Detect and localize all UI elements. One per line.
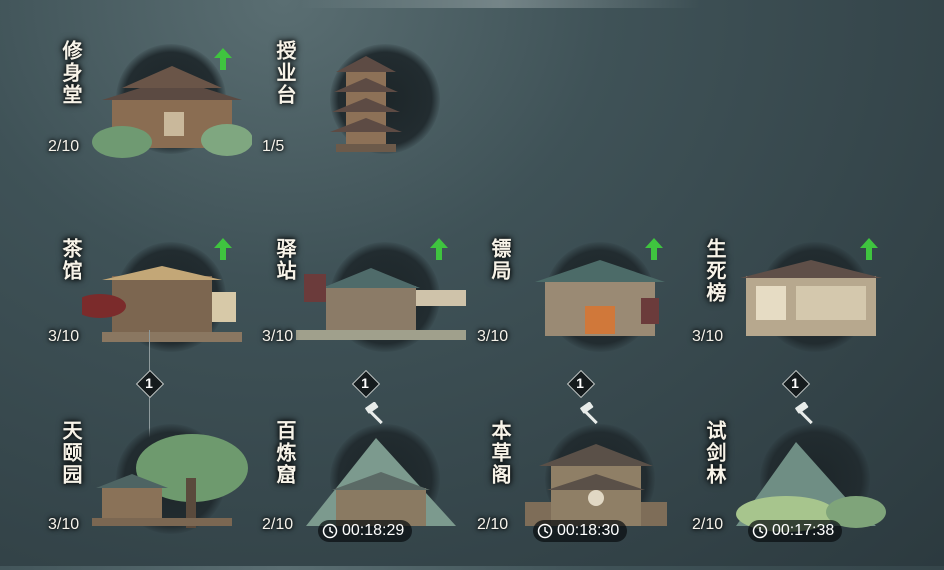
building-level: 2/10 <box>262 516 294 533</box>
building-level: 2/10 <box>48 138 80 155</box>
badge-count: 1 <box>576 375 584 391</box>
hammer-icon <box>365 402 383 425</box>
building-level: 2/10 <box>477 516 509 533</box>
hammer-icon <box>795 402 813 425</box>
building-shijianlin[interactable]: 试剑林 2/10 00:17:38 <box>692 402 910 570</box>
clock-icon <box>322 523 338 539</box>
count-badge[interactable]: 1 <box>351 369 381 399</box>
badge-count: 1 <box>145 375 153 391</box>
count-badge[interactable]: 1 <box>135 369 165 399</box>
building-shouyetai[interactable]: 授业台 1/5 <box>262 40 480 190</box>
shengsibang-illustration <box>740 260 882 336</box>
building-name: 茶馆 <box>59 238 83 282</box>
building-level: 1/5 <box>262 138 285 155</box>
build-timer: 00:17:38 <box>748 520 843 542</box>
yizhan-illustration <box>296 268 466 340</box>
timer-text: 00:18:30 <box>557 522 620 539</box>
clock-icon <box>537 523 553 539</box>
building-level: 3/10 <box>48 516 80 533</box>
up-arrow-icon[interactable] <box>214 48 232 70</box>
build-timer: 00:18:30 <box>533 520 628 542</box>
building-name: 镖局 <box>488 238 512 282</box>
building-name: 授业台 <box>273 40 297 106</box>
building-level: 3/10 <box>262 328 294 345</box>
shouyetai-illustration <box>330 56 402 152</box>
building-yizhan[interactable]: 驿站 3/10 <box>262 238 480 388</box>
tianyiyuan-illustration <box>92 434 248 528</box>
building-tianyiyuan[interactable]: 天颐园 3/10 <box>48 420 266 570</box>
building-name: 生死榜 <box>703 238 727 304</box>
building-biaoju[interactable]: 镖局 3/10 <box>477 238 695 388</box>
building-xiushentang[interactable]: 修身堂 2/10 <box>48 40 266 190</box>
badge-count: 1 <box>361 375 369 391</box>
top-glow-decoration <box>300 0 700 8</box>
building-bailianku[interactable]: 百炼窟 2/10 00:18:29 <box>262 402 480 570</box>
building-level: 3/10 <box>692 328 724 345</box>
up-arrow-icon[interactable] <box>214 238 232 260</box>
badge-count: 1 <box>791 375 799 391</box>
up-arrow-icon[interactable] <box>645 238 663 260</box>
building-name: 试剑林 <box>703 420 727 486</box>
building-name: 修身堂 <box>59 40 83 106</box>
count-badge[interactable]: 1 <box>566 369 596 399</box>
build-timer: 00:18:29 <box>318 520 413 542</box>
count-badge[interactable]: 1 <box>781 369 811 399</box>
hammer-icon <box>580 402 598 425</box>
building-shengsibang[interactable]: 生死榜 3/10 <box>692 238 910 388</box>
building-level: 3/10 <box>48 328 80 345</box>
building-bencaoge[interactable]: 本草阁 2/10 00:18:30 <box>477 402 695 570</box>
building-level: 3/10 <box>477 328 509 345</box>
building-name: 驿站 <box>273 238 297 282</box>
building-name: 天颐园 <box>59 420 83 486</box>
building-name: 百炼窟 <box>273 420 297 486</box>
chaguan-illustration <box>82 266 242 342</box>
up-arrow-icon[interactable] <box>860 238 878 260</box>
up-arrow-icon[interactable] <box>430 238 448 260</box>
timer-text: 00:17:38 <box>772 522 835 539</box>
building-name: 本草阁 <box>488 420 512 486</box>
biaoju-illustration <box>535 260 665 336</box>
building-level: 2/10 <box>692 516 724 533</box>
clock-icon <box>752 523 768 539</box>
building-chaguan[interactable]: 茶馆 3/10 <box>48 238 266 388</box>
timer-text: 00:18:29 <box>342 522 405 539</box>
